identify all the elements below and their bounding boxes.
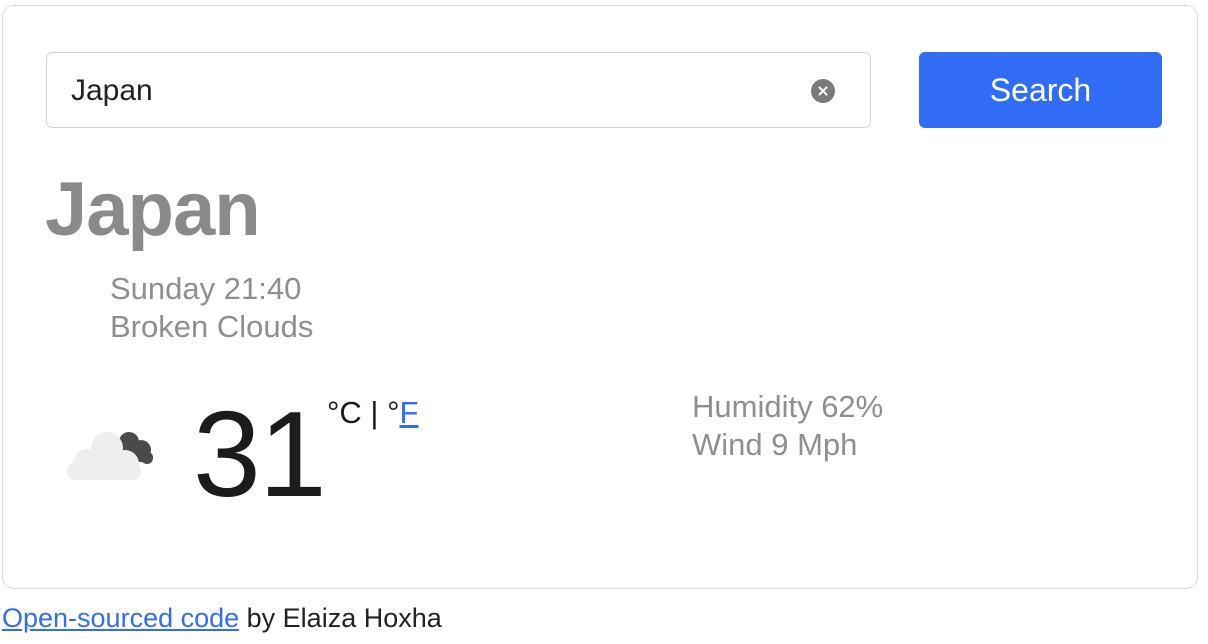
temperature-units: °C | °F <box>327 394 418 432</box>
fahrenheit-link[interactable]: F <box>399 395 418 430</box>
weather-conditions: Humidity 62% Wind 9 Mph <box>692 388 883 464</box>
celsius-unit: °C <box>327 395 362 430</box>
weather-details: Sunday 21:40 Broken Clouds <box>110 270 313 346</box>
search-input-container[interactable] <box>46 52 871 128</box>
wind: Wind 9 Mph <box>692 427 858 462</box>
temperature-value: 31 <box>193 386 327 522</box>
search-button[interactable]: Search <box>919 52 1162 128</box>
weather-description: Broken Clouds <box>110 309 314 344</box>
city-name: Japan <box>45 167 261 252</box>
fahrenheit-degree-symbol: ° <box>387 395 400 430</box>
search-input[interactable] <box>71 71 791 111</box>
broken-clouds-icon <box>63 420 159 486</box>
weather-card: Search Japan Sunday 21:40 Broken Clouds … <box>2 5 1198 589</box>
humidity: Humidity 62% <box>692 389 884 424</box>
author-credit: by Elaiza Hoxha <box>239 603 442 633</box>
date-time: Sunday 21:40 <box>110 271 302 306</box>
unit-separator: | <box>361 395 388 430</box>
footer: Open-sourced code by Elaiza Hoxha <box>2 600 442 636</box>
clear-search-icon[interactable] <box>811 79 835 103</box>
open-source-link[interactable]: Open-sourced code <box>2 603 239 633</box>
search-form: Search <box>46 52 1162 128</box>
